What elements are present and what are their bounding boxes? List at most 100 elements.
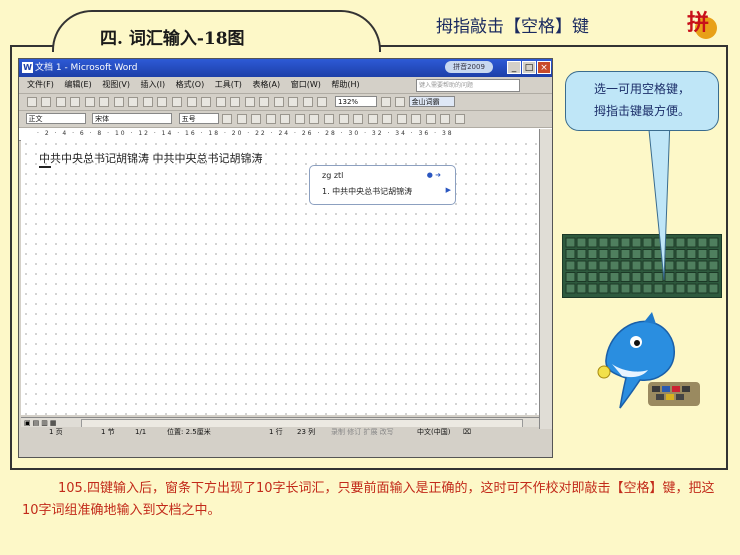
keyboard-key — [697, 260, 708, 271]
copy-icon[interactable] — [142, 97, 153, 107]
print-preview-icon[interactable] — [99, 97, 110, 107]
increase-indent-icon[interactable] — [425, 114, 436, 124]
keyboard-key — [708, 272, 719, 282]
zoom-select[interactable]: 132% — [335, 96, 378, 107]
spelling-icon[interactable] — [113, 97, 124, 107]
close-button[interactable]: × — [537, 61, 551, 74]
font-select[interactable]: 宋体 — [92, 113, 173, 124]
tables-borders-icon[interactable] — [230, 97, 241, 107]
insert-excel-icon[interactable] — [259, 97, 270, 107]
menu-edit[interactable]: 编辑(E) — [64, 77, 91, 93]
char-scale-icon[interactable] — [294, 114, 305, 124]
document-page[interactable]: 中共中央总书记胡锦涛 中共中央总书记胡锦涛 zg ztl ● ➜ 1. 中共中央… — [21, 139, 541, 415]
keyboard-key — [708, 249, 719, 259]
maximize-button[interactable]: □ — [522, 61, 536, 74]
open-folder-icon[interactable] — [41, 97, 52, 107]
keyboard-key — [708, 260, 719, 271]
keyboard-key — [565, 237, 576, 248]
numbering-icon[interactable] — [382, 114, 393, 124]
view-mode-icons[interactable]: ▣▤▥▦ — [24, 419, 58, 427]
insert-table-icon[interactable] — [244, 97, 255, 107]
redo-icon[interactable] — [201, 97, 212, 107]
word-window: W 文档 1 - Microsoft Word 拼音2009 _ □ × 文件(… — [18, 58, 553, 458]
status-language: 中文(中国) — [417, 428, 451, 436]
align-right-icon[interactable] — [338, 114, 349, 124]
menu-file[interactable]: 文件(F) — [27, 77, 54, 93]
print-icon[interactable] — [84, 97, 95, 107]
help-question-input[interactable]: 键入需要帮助的问题 — [416, 79, 520, 92]
keyboard-key — [587, 272, 598, 282]
keyboard-key — [686, 260, 697, 271]
menu-tools[interactable]: 工具(T) — [215, 77, 242, 93]
help-icon[interactable] — [380, 97, 391, 107]
font-size-select[interactable]: 五号 — [178, 113, 219, 124]
keyboard-key — [686, 237, 697, 248]
menu-window[interactable]: 窗口(W) — [291, 77, 321, 93]
align-justify-icon[interactable] — [309, 114, 320, 124]
document-pane: 中共中央总书记胡锦涛 中共中央总书记胡锦涛 zg ztl ● ➜ 1. 中共中央… — [19, 139, 552, 487]
save-icon[interactable] — [55, 97, 66, 107]
char-shading-icon[interactable] — [280, 114, 291, 124]
keyboard-key — [609, 272, 620, 282]
font-color-icon[interactable] — [454, 114, 465, 124]
keyboard-key — [598, 237, 609, 248]
char-border-icon[interactable] — [265, 114, 276, 124]
status-line: 1 行 — [269, 428, 283, 436]
bullets-icon[interactable] — [396, 114, 407, 124]
underline-icon[interactable] — [251, 114, 262, 124]
reading-icon[interactable] — [395, 97, 406, 107]
style-select[interactable]: 正文 — [25, 113, 86, 124]
vertical-scrollbar[interactable] — [539, 129, 552, 429]
minimize-button[interactable]: _ — [507, 61, 521, 74]
spelling-status-icon[interactable]: ⌧ — [463, 427, 471, 438]
keyboard-key — [576, 249, 587, 259]
keyboard-key — [653, 283, 664, 294]
cut-icon[interactable] — [128, 97, 139, 107]
keyboard-key — [620, 260, 631, 271]
highlight-icon[interactable] — [440, 114, 451, 124]
keyboard-key — [708, 237, 719, 248]
status-page-of: 1/1 — [135, 428, 147, 436]
permission-icon[interactable] — [70, 97, 81, 107]
drawing-icon[interactable] — [288, 97, 299, 107]
search-badge[interactable]: 拼音2009 — [445, 61, 493, 73]
keyboard-key — [697, 283, 708, 294]
callout-pointer — [647, 120, 671, 280]
keyboard-key — [609, 260, 620, 271]
paste-icon[interactable] — [157, 97, 168, 107]
ime-candidate-1[interactable]: 1. 中共中央总书记胡锦涛 — [322, 186, 412, 197]
word-app-icon: W — [22, 62, 33, 73]
bold-icon[interactable] — [222, 114, 233, 124]
keyboard-key — [620, 249, 631, 259]
ime-page-arrows-icon[interactable]: ● ➜ — [427, 171, 441, 179]
keyboard-key — [576, 283, 587, 294]
keyboard-key — [686, 249, 697, 259]
align-center-icon[interactable] — [324, 114, 335, 124]
show-hide-icon[interactable] — [317, 97, 328, 107]
undo-icon[interactable] — [186, 97, 197, 107]
menu-format[interactable]: 格式(O) — [176, 77, 205, 93]
keyboard-key — [565, 249, 576, 259]
hyperlink-icon[interactable] — [215, 97, 226, 107]
keyboard-key — [697, 272, 708, 282]
keyboard-key — [576, 260, 587, 271]
menu-view[interactable]: 视图(V) — [102, 77, 130, 93]
new-document-icon[interactable] — [26, 97, 37, 107]
window-title-bar[interactable]: W 文档 1 - Microsoft Word 拼音2009 _ □ × — [19, 59, 552, 77]
decrease-indent-icon[interactable] — [411, 114, 422, 124]
document-map-icon[interactable] — [302, 97, 313, 107]
menu-insert[interactable]: 插入(I) — [141, 77, 166, 93]
keyboard-key — [620, 272, 631, 282]
italic-icon[interactable] — [236, 114, 247, 124]
distribute-icon[interactable] — [353, 114, 364, 124]
format-painter-icon[interactable] — [172, 97, 183, 107]
dolphin-mascot-image — [586, 312, 706, 420]
keyboard-key — [587, 283, 598, 294]
ime-next-icon[interactable]: ▶ — [446, 186, 451, 194]
tip-line-2: 拇指击键最方便。 — [593, 104, 690, 118]
menu-help[interactable]: 帮助(H) — [331, 77, 359, 93]
line-spacing-icon[interactable] — [367, 114, 378, 124]
ime-dictionary-button[interactable]: 金山词霸 — [408, 96, 455, 107]
menu-table[interactable]: 表格(A) — [252, 77, 280, 93]
columns-icon[interactable] — [273, 97, 284, 107]
